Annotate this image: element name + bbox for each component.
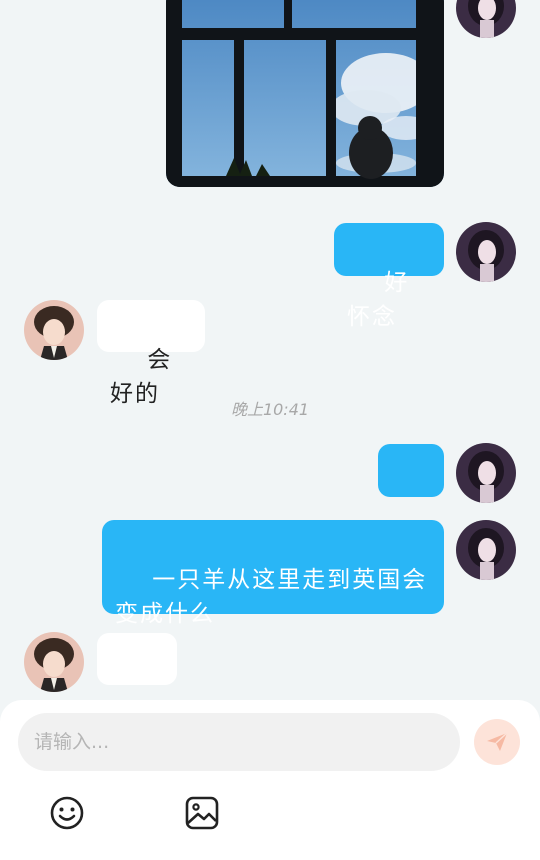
my-avatar[interactable] bbox=[456, 443, 516, 503]
contact-avatar-image bbox=[24, 632, 84, 692]
message-text: 一只羊从这里走到英国会 变成什么 bbox=[115, 567, 428, 627]
contact-avatar[interactable] bbox=[24, 632, 84, 692]
my-avatar[interactable] bbox=[456, 520, 516, 580]
window-sky-photo bbox=[166, 0, 444, 187]
message-timestamp: 晚上10:41 bbox=[230, 400, 310, 419]
message-bubble-received[interactable]: 会好的 bbox=[97, 300, 205, 407]
send-icon bbox=[487, 732, 508, 751]
message-bubble-received[interactable]: sheep bbox=[97, 633, 177, 685]
my-avatar-image bbox=[456, 0, 516, 38]
my-avatar-image bbox=[456, 520, 516, 580]
image-picker-button[interactable] bbox=[184, 795, 220, 831]
message-text: 好怀念 bbox=[347, 270, 410, 330]
message-bubble-sent[interactable]: 好怀念 bbox=[334, 223, 444, 330]
contact-avatar[interactable] bbox=[24, 300, 84, 360]
my-avatar[interactable] bbox=[456, 0, 516, 38]
my-avatar-image bbox=[456, 222, 516, 282]
image-icon bbox=[185, 796, 219, 830]
message-bubble-sent[interactable]: S兄 bbox=[378, 444, 444, 585]
message-input[interactable] bbox=[18, 713, 460, 771]
chat-area[interactable]: 好怀念 会好的 晚上10:41 S兄 bbox=[0, 0, 540, 700]
contact-avatar-image bbox=[24, 300, 84, 360]
input-panel bbox=[0, 700, 540, 860]
message-image[interactable] bbox=[166, 0, 444, 187]
send-button[interactable] bbox=[474, 719, 520, 765]
message-bubble-sent[interactable]: 一只羊从这里走到英国会 变成什么 bbox=[102, 520, 444, 627]
my-avatar[interactable] bbox=[456, 222, 516, 282]
emoji-icon bbox=[50, 796, 84, 830]
my-avatar-image bbox=[456, 443, 516, 503]
emoji-button[interactable] bbox=[49, 795, 85, 831]
